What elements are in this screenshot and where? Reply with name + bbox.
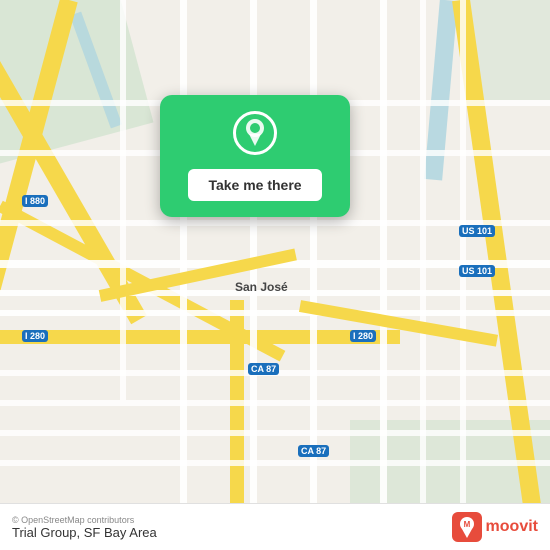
bottom-left-info: © OpenStreetMap contributors Trial Group… (12, 515, 157, 540)
svg-text:M: M (463, 520, 470, 529)
highway-badge-i280-right: I 280 (350, 330, 376, 342)
take-me-there-button[interactable]: Take me there (188, 169, 321, 201)
highway-badge-ca87-bottom: CA 87 (298, 445, 329, 457)
road-v3 (310, 0, 317, 550)
highway-badge-us101-top: US 101 (459, 225, 495, 237)
attribution-text: © OpenStreetMap contributors (12, 515, 157, 525)
road-h6 (0, 400, 550, 406)
highway-badge-i880: I 880 (22, 195, 48, 207)
bottom-bar: © OpenStreetMap contributors Trial Group… (0, 503, 550, 550)
road-v7 (120, 0, 126, 400)
road-v5 (420, 0, 426, 550)
road-i280-h (0, 330, 400, 344)
road-h8 (0, 460, 550, 466)
map-container: San José I 880 I 280 I 280 US 101 US 101… (0, 0, 550, 550)
city-label: San José (235, 280, 288, 294)
highway-badge-i280-left: I 280 (22, 330, 48, 342)
location-pin-icon (243, 118, 267, 148)
road-v2 (250, 0, 257, 550)
highway-badge-ca87-top: CA 87 (248, 363, 279, 375)
popup-card: Take me there (160, 95, 350, 217)
road-v4 (380, 0, 387, 550)
road-h3 (0, 310, 550, 316)
moovit-brand-text: moovit (486, 518, 538, 536)
location-name-text: Trial Group, SF Bay Area (12, 525, 157, 540)
moovit-logo: M moovit (452, 512, 538, 542)
highway-badge-us101-bottom: US 101 (459, 265, 495, 277)
location-pin-wrapper (233, 111, 277, 155)
moovit-icon: M (452, 512, 482, 542)
road-h7 (0, 430, 550, 436)
